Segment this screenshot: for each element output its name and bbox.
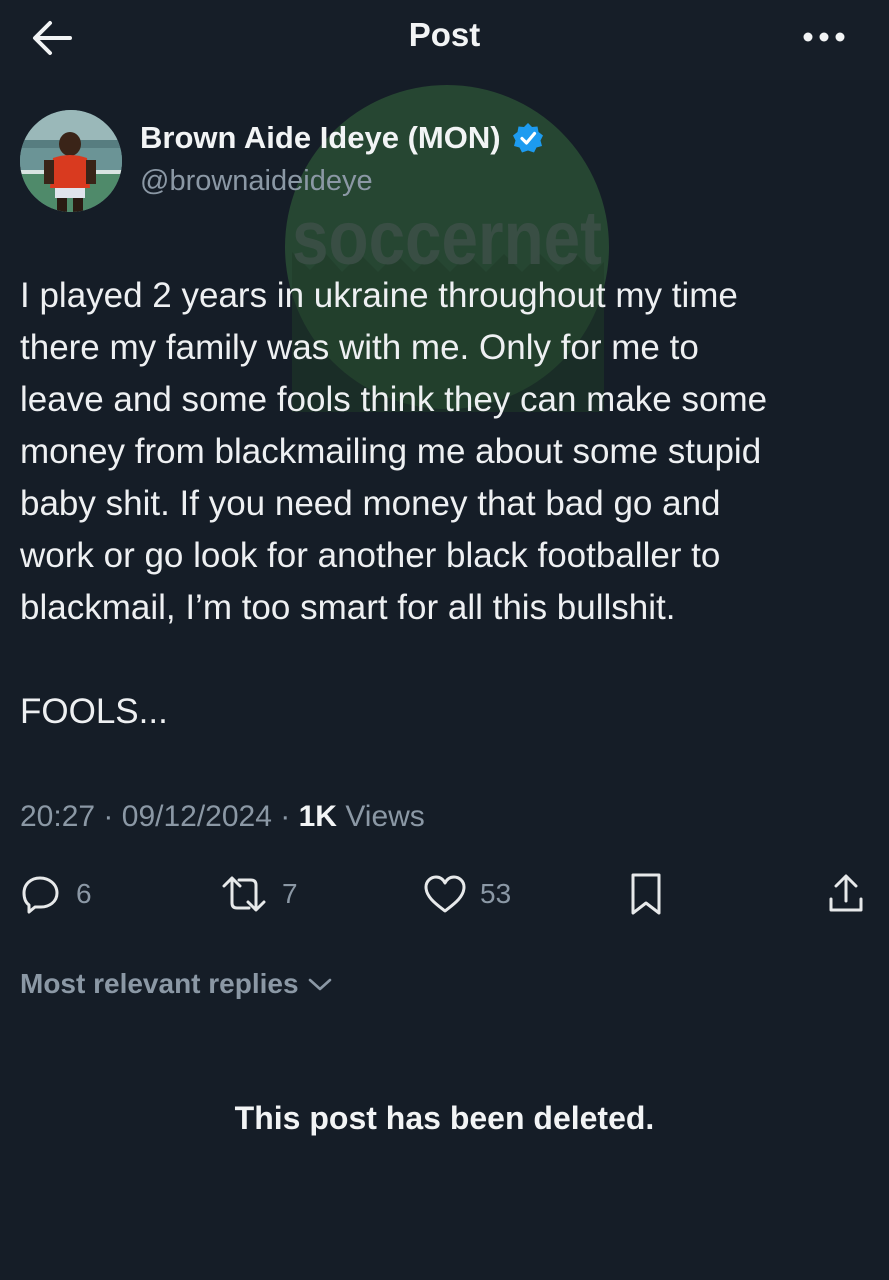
meta-separator: ·	[103, 800, 114, 833]
more-options-button[interactable]	[799, 22, 849, 52]
verified-badge-icon	[512, 123, 543, 153]
deleted-post-notice: This post has been deleted.	[234, 1100, 655, 1136]
post-line: money from blackmailing me about some st…	[20, 432, 762, 471]
avatar-photo	[20, 110, 122, 212]
author-display-name[interactable]: Brown Aide Ideye (MON)	[140, 120, 501, 156]
heart-icon	[424, 875, 466, 913]
author-name-row[interactable]: Brown Aide Ideye (MON)	[140, 120, 545, 156]
page-title: Post	[408, 16, 481, 53]
bookmark-icon	[631, 873, 661, 915]
reply-count: 6	[76, 878, 92, 909]
post-line: there my family was with me. Only for me…	[20, 328, 699, 367]
avatar[interactable]	[20, 110, 122, 212]
reply-button[interactable]: 6	[20, 868, 92, 920]
post-line: leave and some fools think they can make…	[20, 380, 768, 419]
replies-sort-dropdown[interactable]: Most relevant replies	[20, 968, 333, 1000]
watermark-text: soccernet	[292, 196, 602, 281]
post-line: I played 2 years in ukraine throughout m…	[20, 276, 738, 315]
views-count[interactable]: 1K	[299, 800, 337, 833]
post-line: blackmail, I’m too smart for all this bu…	[20, 588, 676, 627]
more-dots-icon	[803, 32, 845, 42]
reply-icon	[22, 876, 59, 914]
repost-button[interactable]: 7	[218, 868, 298, 920]
post-closing-line: FOOLS...	[20, 692, 168, 731]
views-label: Views	[345, 800, 425, 833]
like-button[interactable]: 53	[422, 868, 511, 920]
post-time[interactable]: 20:27	[20, 800, 95, 833]
post-meta: 20:27 · 09/12/2024 · 1K Views	[20, 800, 425, 834]
like-count: 53	[480, 878, 512, 909]
chevron-down-icon	[308, 978, 331, 991]
post-line: baby shit. If you need money that bad go…	[20, 484, 721, 523]
meta-separator: ·	[280, 800, 291, 833]
share-button[interactable]	[826, 868, 866, 920]
repost-icon	[222, 876, 266, 912]
top-app-bar: Post	[0, 0, 889, 80]
bookmark-button[interactable]	[628, 868, 664, 920]
repost-count: 7	[282, 878, 298, 909]
post-text: I played 2 years in ukraine throughout m…	[20, 270, 870, 738]
post-date[interactable]: 09/12/2024	[122, 800, 272, 833]
author-handle[interactable]: @brownaideideye	[140, 165, 373, 198]
replies-sort-label: Most relevant replies	[20, 968, 299, 999]
share-icon	[829, 874, 863, 912]
post-line: work or go look for another black footba…	[20, 536, 721, 575]
post-action-bar: 6 7 53	[0, 868, 889, 920]
